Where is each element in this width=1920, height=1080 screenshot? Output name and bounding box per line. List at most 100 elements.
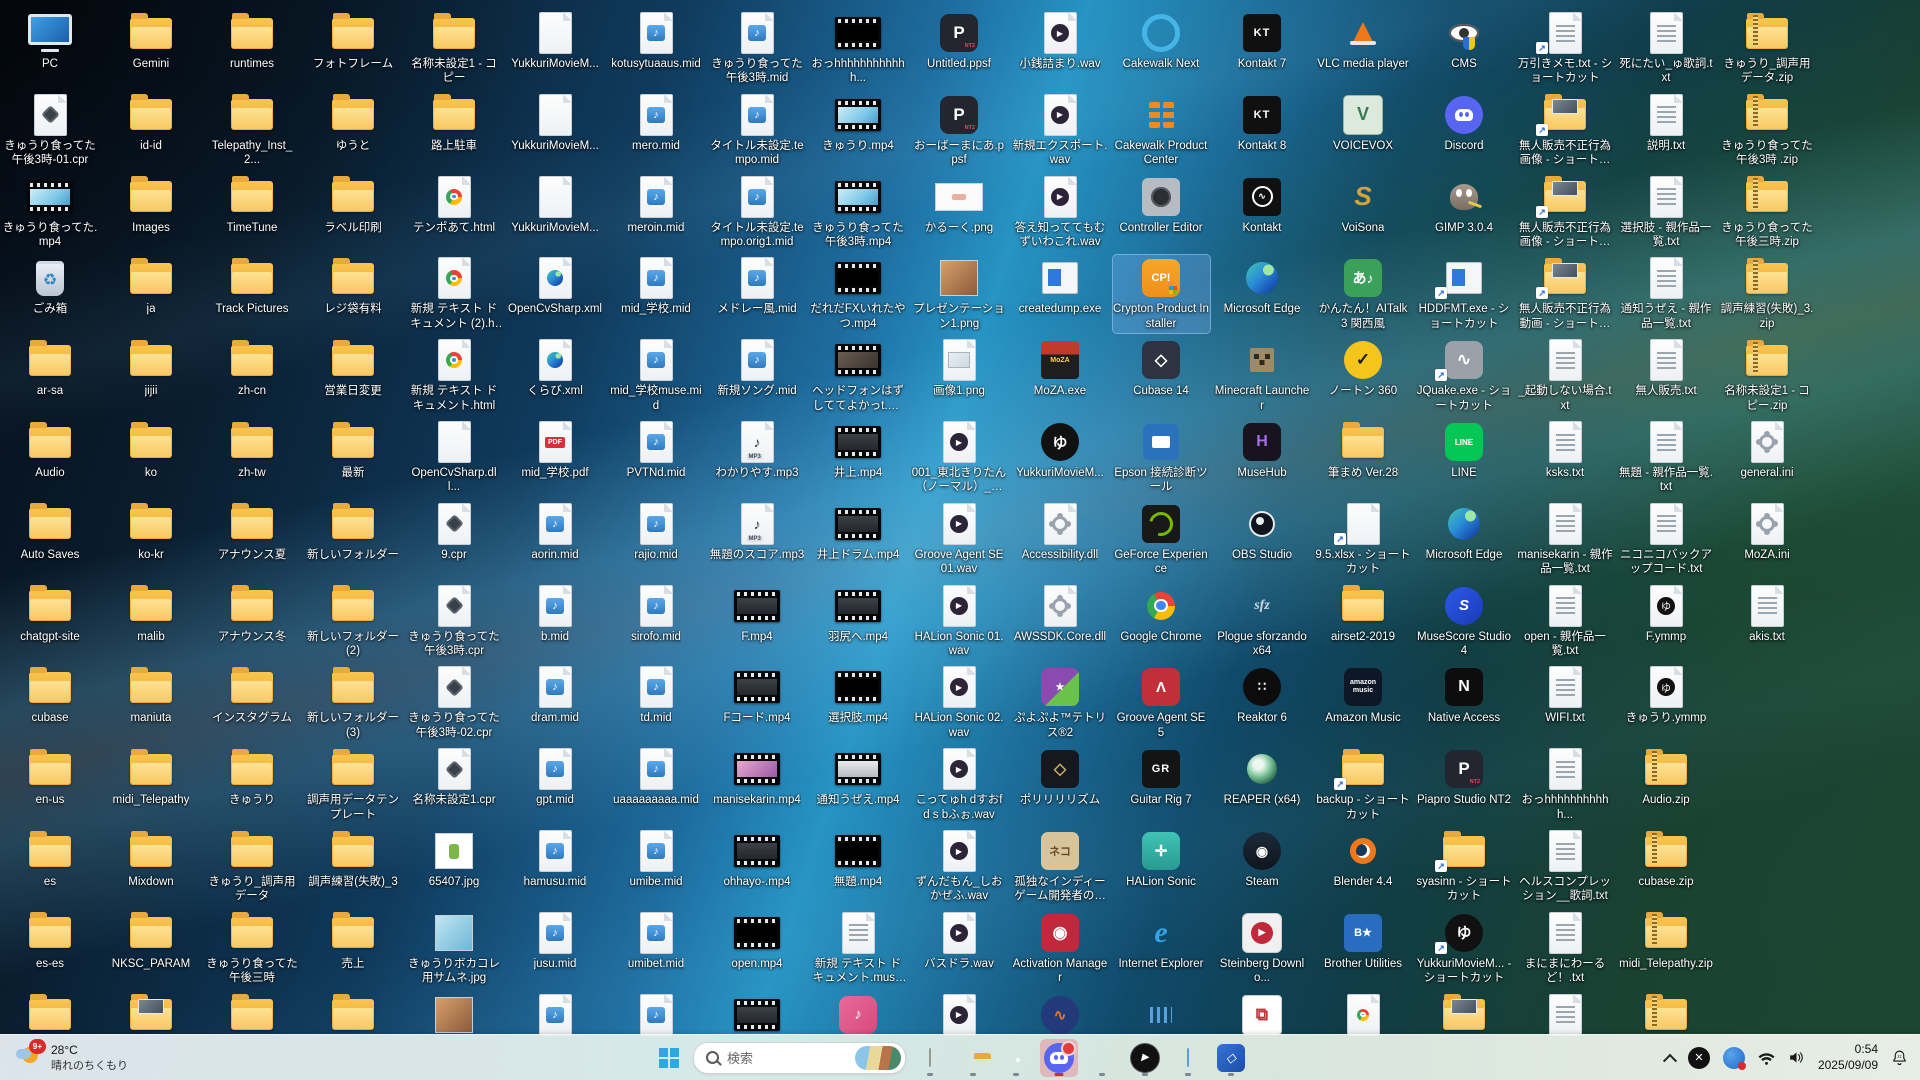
desktop-icon[interactable]: Cakewalk Next xyxy=(1113,10,1210,73)
desktop-icon[interactable]: ohhayo-.mp4 xyxy=(709,828,806,891)
desktop-icon[interactable]: Fコード.mp4 xyxy=(709,664,806,727)
desktop-icon[interactable]: 65407.jpg xyxy=(406,828,503,891)
desktop-icon[interactable]: インスタグラム xyxy=(204,664,301,727)
desktop-icon[interactable]: ∿ Kontakt xyxy=(1214,174,1311,237)
desktop-icon[interactable]: F.mp4 xyxy=(709,583,806,646)
desktop-icon[interactable]: Minecraft Launcher xyxy=(1214,337,1311,415)
desktop-icon[interactable]: ✛ HALion Sonic xyxy=(1113,828,1210,891)
tray-blue-app-icon[interactable] xyxy=(1722,1046,1746,1070)
desktop-icon[interactable]: きゅうり_調声用データ.zip xyxy=(1719,10,1816,88)
weather-widget[interactable]: 9+ 28°C 晴れのちくもり xyxy=(8,1035,136,1080)
desktop-icon[interactable]: ▶ 001_東北きりたん（ノーマル）_今じゃ... xyxy=(911,419,1008,497)
desktop-icon[interactable]: ♪ MP3 無題のスコア.mp3 xyxy=(709,501,806,564)
desktop-icon[interactable]: ♪ b.mid xyxy=(507,583,604,646)
desktop-icon[interactable]: REAPER (x64) xyxy=(1214,746,1311,809)
desktop-icon[interactable]: ↗ HDDFMT.exe - ショートカット xyxy=(1416,255,1513,333)
desktop-icon[interactable]: YukkuriMovieM... xyxy=(507,174,604,237)
desktop-icon[interactable]: ◇ ポリリリリズム xyxy=(1012,746,1109,809)
desktop-icon[interactable]: MoZA MoZA.exe xyxy=(1012,337,1109,400)
notification-bell-dnd-icon[interactable]: zz xyxy=(1891,1049,1908,1066)
desktop-icon[interactable]: 最新 xyxy=(305,419,402,482)
desktop-icon[interactable]: ♪ uaaaaaaaaa.mid xyxy=(608,746,705,809)
desktop-icon[interactable]: ゆきゅうり.ymmp xyxy=(1618,664,1715,727)
wifi-icon[interactable] xyxy=(1758,1050,1775,1065)
desktop-icon[interactable]: テンポあて.html xyxy=(406,174,503,237)
desktop-icon[interactable]: ゆ ↗ YukkuriMovieM... - ショートカット xyxy=(1416,910,1513,988)
desktop-icon[interactable]: S VoiSona xyxy=(1315,174,1412,237)
desktop-icon[interactable]: あ♪ かんたん！AITalk 3 関西風 xyxy=(1315,255,1412,333)
desktop-icon[interactable] xyxy=(1315,992,1412,1038)
desktop-icon[interactable]: ↗ syasinn - ショートカット xyxy=(1416,828,1513,906)
desktop-icon[interactable]: きゅうり.mp4 xyxy=(810,92,907,155)
desktop-icon[interactable]: TimeTune xyxy=(204,174,301,237)
desktop-icon[interactable]: ▶ xyxy=(911,992,1008,1038)
desktop-icon[interactable]: GR Guitar Rig 7 xyxy=(1113,746,1210,809)
desktop-icon[interactable]: ♪ hamusu.mid xyxy=(507,828,604,891)
desktop-icon[interactable]: Gemini xyxy=(103,10,200,73)
desktop-icon[interactable]: OpenCvSharp.dll... xyxy=(406,419,503,497)
desktop-icon[interactable]: 路上駐車 xyxy=(406,92,503,155)
desktop-icon[interactable]: GeForce Experience xyxy=(1113,501,1210,579)
desktop-icon[interactable]: ♪ mid_学校.mid xyxy=(608,255,705,318)
desktop-icon[interactable]: ▶ HALion Sonic 02.wav xyxy=(911,664,1008,742)
desktop-icon[interactable]: B★ Brother Utilities xyxy=(1315,910,1412,973)
desktop-icon[interactable]: ↗ 無人販売不正行為動画 - ショートカット xyxy=(1517,255,1614,333)
desktop-icon[interactable]: ラベル印刷 xyxy=(305,174,402,237)
desktop-icon[interactable]: createdump.exe xyxy=(1012,255,1109,318)
desktop-icon[interactable]: amazon music Amazon Music xyxy=(1315,664,1412,727)
desktop-icon[interactable]: ♪ meroin.mid xyxy=(608,174,705,237)
desktop-icon[interactable]: KT Kontakt 8 xyxy=(1214,92,1311,155)
desktop-icon[interactable] xyxy=(103,992,200,1038)
desktop-icon[interactable]: H MuseHub xyxy=(1214,419,1311,482)
desktop-icon[interactable]: midi_Telepathy.zip xyxy=(1618,910,1715,973)
desktop-icon[interactable]: OBS Studio xyxy=(1214,501,1311,564)
desktop-icon[interactable]: ♪ mid_学校muse.mid xyxy=(608,337,705,415)
taskbar-chrome-button[interactable] xyxy=(997,1039,1035,1077)
desktop-icon[interactable]: ↗ backup - ショートカット xyxy=(1315,746,1412,824)
desktop-icon[interactable]: おっhhhhhhhhhhhh... xyxy=(810,10,907,88)
desktop-icon[interactable] xyxy=(709,992,806,1038)
desktop-icon[interactable]: ▶ 小銭詰まり.wav xyxy=(1012,10,1109,73)
desktop-icon[interactable]: ゆうと xyxy=(305,92,402,155)
desktop-icon[interactable] xyxy=(1113,992,1210,1038)
desktop-icon[interactable]: くらび.xml xyxy=(507,337,604,400)
desktop-icon[interactable]: 新規 テキスト ドキュメント (2).html xyxy=(406,255,503,333)
desktop-icon[interactable]: 新規 テキスト ドキュメント.musicxml xyxy=(810,910,907,988)
taskbar-file-explorer-button[interactable] xyxy=(954,1039,992,1077)
desktop-icon[interactable]: OpenCvSharp.xml xyxy=(507,255,604,318)
desktop-icon[interactable]: ♪ xyxy=(810,992,907,1038)
desktop-icon[interactable]: ニコニコバックアップコード.txt xyxy=(1618,501,1715,579)
desktop-icon[interactable]: かるーく.png xyxy=(911,174,1008,237)
desktop-icon[interactable]: ko xyxy=(103,419,200,482)
desktop-icon[interactable]: 通知うぜえ - 親作品一覧.txt xyxy=(1618,255,1715,333)
desktop-icon[interactable]: 名称未設定1 - コピー.zip xyxy=(1719,337,1816,415)
desktop-icon[interactable]: ヘルスコンプレッション__歌詞.txt xyxy=(1517,828,1614,906)
desktop-icon[interactable]: ▶ Steinberg Downlo... xyxy=(1214,910,1311,988)
desktop-icon[interactable]: YukkuriMovieM... xyxy=(507,10,604,73)
desktop-icon[interactable]: malib xyxy=(103,583,200,646)
desktop-icon[interactable] xyxy=(1416,992,1513,1038)
desktop-icon[interactable]: LINE LINE xyxy=(1416,419,1513,482)
desktop-icon[interactable] xyxy=(2,992,99,1038)
desktop-icon[interactable]: en-us xyxy=(2,746,99,809)
desktop-icon[interactable]: ♪ PVTNd.mid xyxy=(608,419,705,482)
desktop-icon[interactable]: ♪ td.mid xyxy=(608,664,705,727)
desktop-icon[interactable]: ♪ 新規ソング.mid xyxy=(709,337,806,400)
desktop-icon[interactable]: ↗ 無人販売不正行為画像 - ショートカット xyxy=(1517,174,1614,252)
desktop-icon[interactable]: きゅうり xyxy=(204,746,301,809)
desktop-icon[interactable]: _起動しない場合.txt xyxy=(1517,337,1614,415)
desktop-icon[interactable]: WIFI.txt xyxy=(1517,664,1614,727)
desktop-icon[interactable]: CP! Crypton Product Installer xyxy=(1111,254,1211,335)
taskbar-cubase-button[interactable]: ◇ xyxy=(1212,1039,1250,1077)
desktop-icon[interactable]: 無人販売.txt xyxy=(1618,337,1715,400)
desktop-icon[interactable]: chatgpt-site xyxy=(2,583,99,646)
desktop-icon[interactable]: ko-kr xyxy=(103,501,200,564)
desktop-icon[interactable]: 井上ドラム.mp4 xyxy=(810,501,907,564)
desktop-icon[interactable]: プレゼンテーション1.png xyxy=(911,255,1008,333)
desktop-icon[interactable]: ♪ rajio.mid xyxy=(608,501,705,564)
desktop-icon[interactable]: きゅうり食ってた午後3時 .zip xyxy=(1719,92,1816,170)
desktop-icon[interactable]: ゆ YukkuriMovieM... xyxy=(1012,419,1109,482)
desktop-icon[interactable]: 画像1.png xyxy=(911,337,1008,400)
desktop-icon[interactable]: 名称未設定1 - コピー xyxy=(406,10,503,88)
desktop-icon[interactable]: ↗ 9.5.xlsx - ショートカット xyxy=(1315,501,1412,579)
